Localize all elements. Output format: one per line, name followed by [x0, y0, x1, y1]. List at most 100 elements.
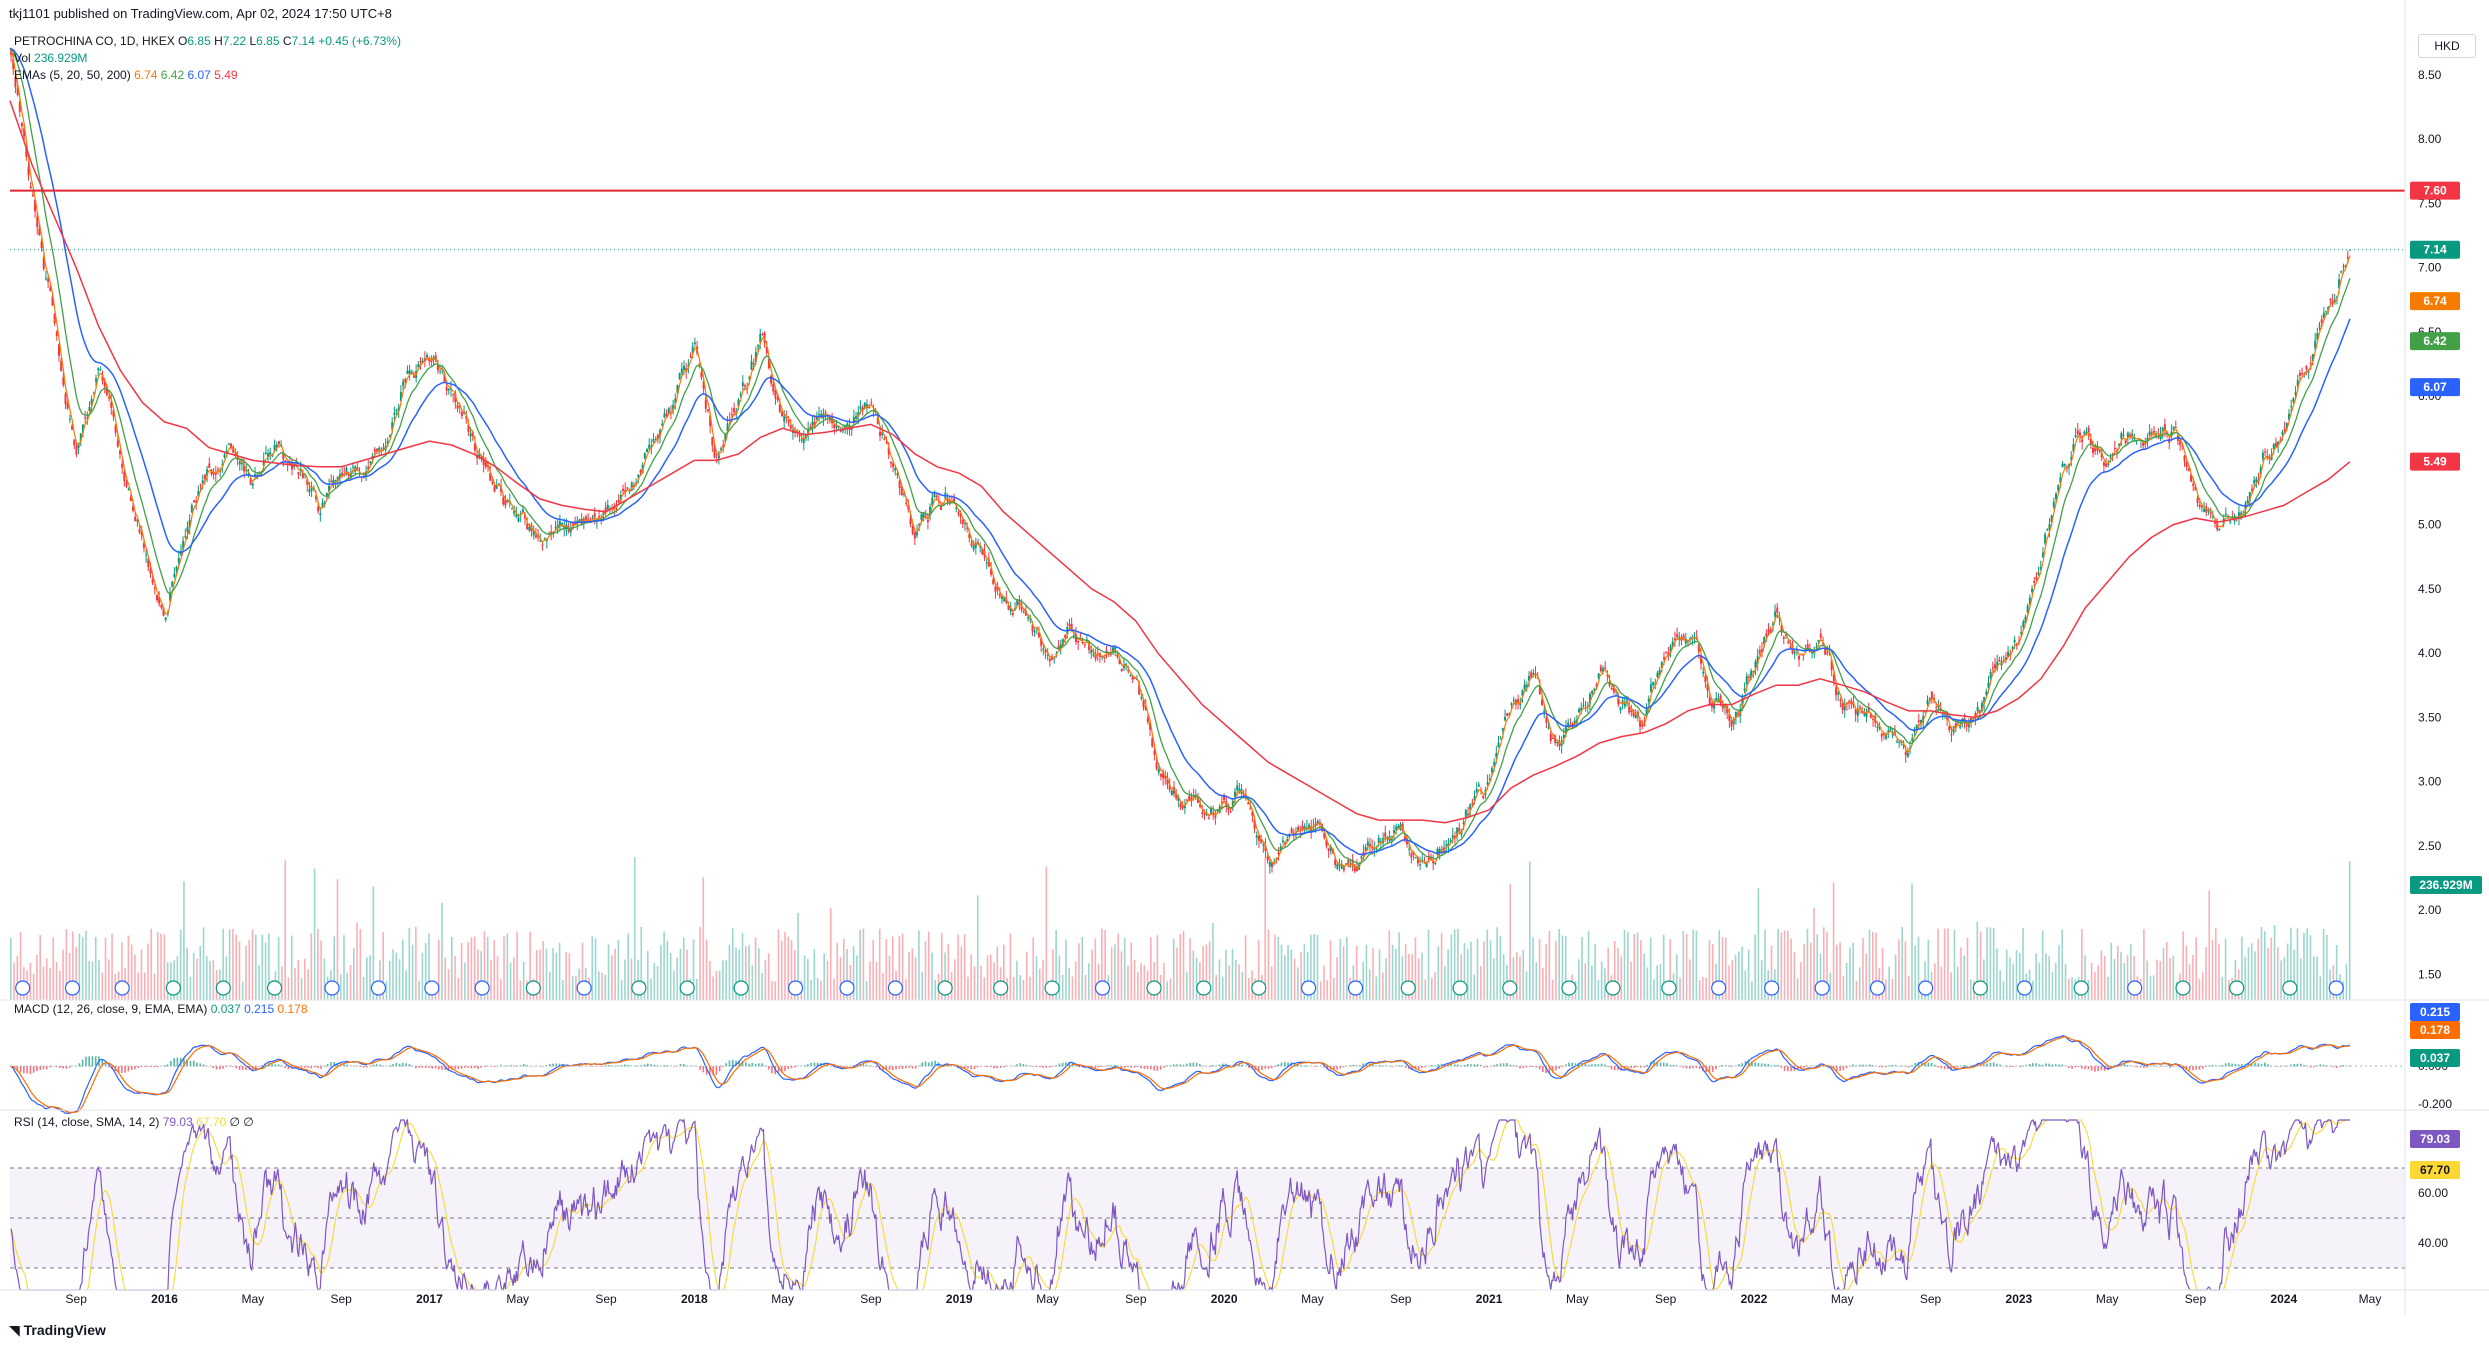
macd-histogram-bar	[2188, 1066, 2191, 1071]
macd-histogram-bar	[1963, 1065, 1966, 1067]
event-marker	[64, 980, 81, 996]
volume-bar	[241, 981, 244, 1000]
volume-bar	[1479, 966, 1482, 1000]
price-tick: 5.00	[2418, 518, 2442, 532]
candle-body	[704, 399, 707, 409]
volume-bar	[1832, 882, 1835, 1000]
chart-canvas[interactable]: 8.508.007.507.006.506.005.505.004.504.00…	[0, 0, 2489, 1350]
volume-bar	[52, 937, 55, 1000]
candle-body	[1619, 707, 1622, 711]
currency-button[interactable]: HKD	[2418, 34, 2476, 58]
volume-bar	[548, 972, 551, 1000]
macd-histogram-bar	[1633, 1066, 1636, 1068]
candle-body	[108, 396, 111, 399]
volume-bar	[2051, 972, 2054, 1000]
candle-body	[134, 516, 137, 522]
candle-body	[543, 538, 546, 540]
volume-bar	[55, 961, 58, 1000]
volume-bar	[1845, 962, 1848, 1000]
volume-bar	[813, 949, 816, 1000]
volume-bar	[107, 959, 110, 1000]
candle-body	[1549, 733, 1552, 741]
volume-bar	[1496, 927, 1498, 1000]
volume-bar	[767, 953, 770, 1000]
macd-histogram-bar	[597, 1066, 600, 1067]
candle-body	[639, 470, 642, 473]
candle-body	[1898, 742, 1901, 744]
macd-histogram-bar	[428, 1066, 430, 1068]
candle-body	[1787, 642, 1790, 644]
macd-histogram-bar	[382, 1065, 384, 1067]
volume-bar	[1424, 979, 1427, 1000]
candle-body	[73, 439, 76, 446]
candle-body	[1935, 707, 1938, 709]
volume-bar	[774, 981, 776, 1000]
candle-body	[1281, 840, 1284, 842]
volume-bar	[1702, 976, 1704, 1000]
volume-bar	[313, 868, 316, 1000]
volume-bar	[2143, 928, 2145, 1000]
macd-histogram-bar	[1313, 1066, 1315, 1067]
candle-body	[693, 342, 696, 345]
ema-label[interactable]: EMAs (5, 20, 50, 200)	[14, 68, 131, 82]
macd-label[interactable]: MACD (12, 26, close, 9, EMA, EMA)	[14, 1002, 207, 1016]
volume-bar	[447, 969, 450, 1000]
macd-histogram-bar	[2100, 1066, 2103, 1071]
macd-histogram-bar	[1992, 1062, 1995, 1067]
volume-bar	[1953, 929, 1956, 1000]
candle-body	[153, 587, 156, 589]
volume-bar	[519, 980, 522, 1000]
volume-bar	[2054, 963, 2057, 1000]
macd-hist-value: 0.037	[210, 1002, 241, 1016]
volume-bar	[42, 966, 45, 1000]
macd-histogram-bar	[771, 1066, 773, 1074]
candle-body	[1257, 835, 1260, 841]
rsi-label[interactable]: RSI (14, close, SMA, 14, 2)	[14, 1115, 159, 1129]
volume-bar	[1091, 949, 1093, 1000]
candle-body	[1798, 656, 1801, 660]
price-tick: 8.00	[2418, 132, 2442, 146]
tradingview-logo[interactable]: ◥ TradingView	[9, 1322, 106, 1339]
price-pane[interactable]	[9, 47, 2405, 874]
macd-histogram-bar	[1022, 1064, 1025, 1067]
macd-histogram-bar	[441, 1066, 443, 1070]
rsi-tick: 40.00	[2418, 1236, 2448, 1250]
candle-body	[1965, 725, 1968, 727]
volume-bar	[2260, 927, 2263, 1000]
volume-bar	[1166, 981, 1168, 1000]
volume-bar	[862, 928, 865, 1000]
candle-body	[1011, 612, 1014, 615]
volume-bar	[709, 960, 711, 1000]
macd-histogram-bar	[372, 1064, 375, 1067]
macd-line	[9, 1035, 2350, 1115]
volume-bar	[780, 940, 783, 1000]
candle-body	[1591, 690, 1594, 694]
macd-histogram-bar	[1493, 1064, 1495, 1067]
candle-body	[1723, 706, 1726, 708]
candle-body	[68, 418, 71, 420]
time-tick: 2019	[946, 1292, 973, 1306]
macd-histogram-bar	[343, 1064, 345, 1067]
macd-histogram-bar	[2208, 1065, 2211, 1067]
rsi-pane[interactable]	[10, 1118, 2405, 1292]
event-marker	[1094, 980, 1111, 996]
event-marker	[15, 980, 31, 996]
macd-histogram-bar	[202, 1064, 205, 1067]
macd-histogram-bar	[277, 1064, 280, 1067]
symbol-label[interactable]: PETROCHINA CO, 1D, HKEX	[14, 34, 175, 48]
candle-body	[1747, 676, 1750, 679]
macd-histogram-bar	[1711, 1066, 1714, 1072]
event-marker	[1452, 980, 1468, 996]
volume-bar	[248, 939, 251, 1000]
volume-bar	[2172, 956, 2175, 1000]
macd-pane[interactable]	[9, 1035, 2405, 1115]
candle-body	[2074, 435, 2077, 438]
candle-body	[961, 519, 964, 525]
volume-bar	[839, 956, 842, 1000]
candle-body	[909, 518, 912, 525]
macd-histogram-bar	[1372, 1064, 1374, 1067]
volume-bar	[552, 947, 554, 1000]
macd-histogram-bar	[1597, 1064, 1600, 1067]
candle-body	[1083, 644, 1086, 646]
volume-bar	[2032, 980, 2034, 1000]
